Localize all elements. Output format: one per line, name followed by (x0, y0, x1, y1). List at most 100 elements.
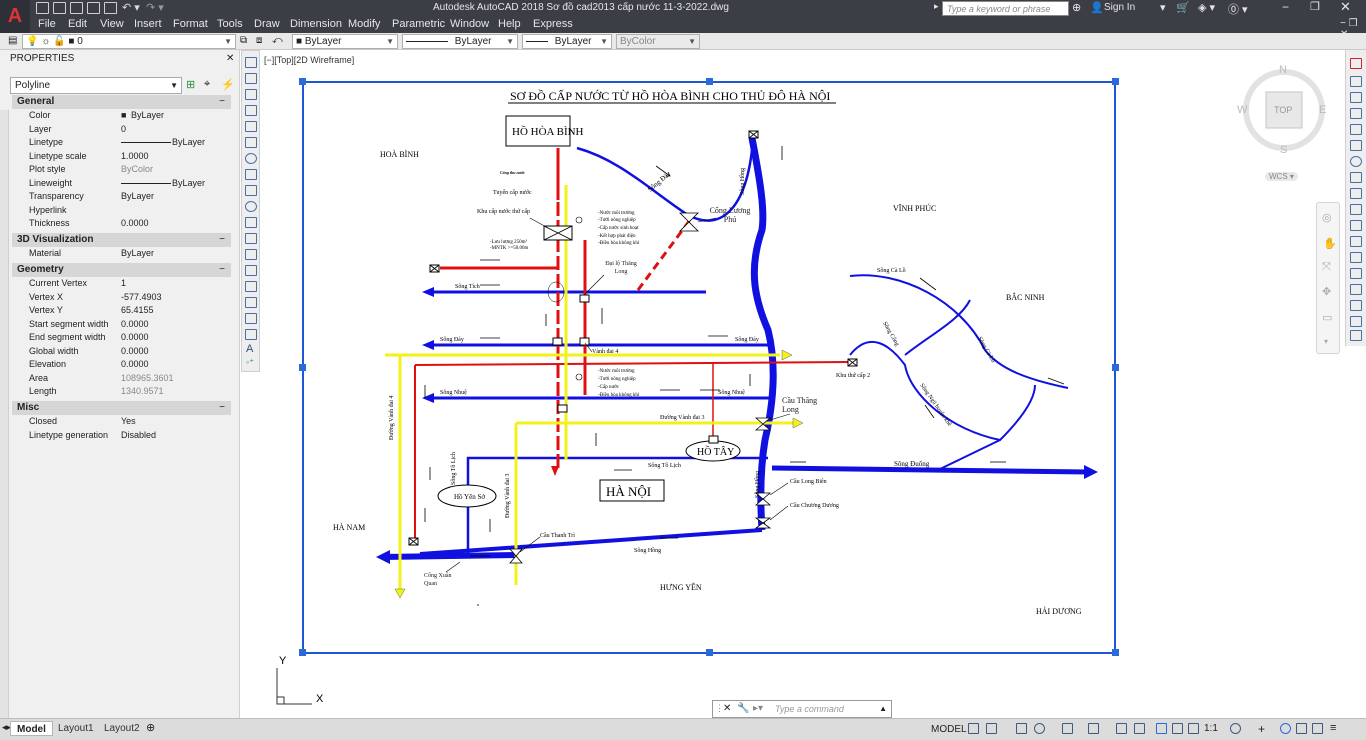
pan-hand-icon[interactable]: ✋ (1323, 237, 1337, 250)
break-icon[interactable] (1350, 252, 1362, 263)
song-cong-link (904, 299, 971, 356)
steering-wheel-icon[interactable]: ◎ (1322, 211, 1332, 224)
grid-icon[interactable] (968, 723, 979, 734)
scale-icon[interactable] (1350, 172, 1362, 183)
uses-2-item-2: -Cấp nước (598, 385, 620, 390)
selected-polyline-frame[interactable] (302, 81, 1116, 654)
grip-mid-top[interactable] (706, 78, 713, 85)
grip-mid-right[interactable] (1112, 364, 1119, 371)
compass-north[interactable]: N (1279, 64, 1287, 76)
array-icon[interactable] (1350, 124, 1362, 135)
hung-yen-region: HƯNG YÊN (660, 582, 702, 592)
chamfer-icon[interactable] (1350, 284, 1362, 295)
command-input[interactable]: Type a command (775, 704, 844, 714)
move-icon[interactable] (1350, 140, 1362, 151)
arrow-west (422, 287, 434, 297)
song-duong-river (771, 465, 1089, 475)
lineweight-icon[interactable] (1116, 723, 1127, 734)
zoom-extents-icon[interactable]: ⤧ (1322, 261, 1331, 274)
workspace-switch-icon[interactable] (1230, 723, 1241, 734)
object-snap-icon[interactable] (1088, 723, 1099, 734)
uses-1-item-3: -Kết hợp phát điện (598, 234, 636, 239)
gate-nhue (557, 404, 568, 413)
rotate-icon[interactable] (1350, 156, 1362, 167)
hardware-acceleration-icon[interactable] (1296, 723, 1307, 734)
khu-thu-cap-label: Khu cấp nước thứ cấp (477, 208, 530, 215)
cau-thang-long-fo: Cầu Thăng Long (782, 396, 817, 414)
fillet-icon[interactable] (1350, 300, 1362, 311)
object-snap-tracking-icon[interactable] (1062, 723, 1073, 734)
offset-icon[interactable] (1350, 108, 1362, 119)
annotation-scale-icon[interactable] (1188, 723, 1199, 734)
bac-ninh-region: BẮC NINH (1006, 292, 1045, 302)
break-at-point-icon[interactable] (1350, 236, 1362, 247)
uses-1-item-1: -Tưới nông nghiệp (598, 218, 636, 223)
clean-screen-icon[interactable] (1312, 723, 1323, 734)
join-icon[interactable] (1350, 268, 1362, 279)
command-history-icon[interactable]: ▲ (879, 704, 887, 713)
snap-icon[interactable] (986, 723, 997, 734)
orbit-icon[interactable]: ✥ (1322, 285, 1331, 298)
model-space-toggle[interactable]: MODEL (931, 724, 967, 735)
ha-noi-label: HÀ NỘI (606, 484, 651, 499)
duong-vanh-dai-4-vertical: Đường Vành đai 4 (389, 396, 395, 440)
tab-layout1[interactable]: Layout1 (52, 721, 100, 736)
song-nhue-label-2: Sông Nhuệ (718, 390, 745, 396)
add-layout-button[interactable]: ⊕ (146, 721, 155, 734)
command-line[interactable]: ⋮ ✕ 🔧 ▸▾ Type a command ▲ (712, 700, 892, 718)
luu-luong-label: -Lưu lượng 250m³ (490, 239, 528, 245)
hai-duong-region: HẢI DƯƠNG (1036, 606, 1082, 616)
blend-curves-icon[interactable] (1350, 316, 1362, 327)
grip-corner-tl[interactable] (299, 78, 306, 85)
wcs-menu[interactable]: WCS ▾ (1265, 172, 1298, 181)
khu-thu-cap-2-label: Khu thứ cấp 2 (836, 372, 870, 379)
ha-nam-region: HÀ NAM (333, 522, 365, 532)
compass-south[interactable]: S (1280, 144, 1287, 156)
extend-icon[interactable] (1350, 220, 1362, 231)
erase-icon[interactable] (1350, 58, 1362, 69)
arrow-west (422, 340, 434, 350)
ucs-y-label: Y (279, 655, 287, 667)
arrow-east (792, 417, 804, 429)
compass-east[interactable]: E (1319, 104, 1326, 116)
red-branch-east (414, 361, 849, 366)
copy-icon[interactable] (1350, 76, 1362, 87)
grip-mid-left[interactable] (299, 364, 306, 371)
grip-corner-br[interactable] (1112, 649, 1119, 656)
auto-scale-icon[interactable] (1172, 723, 1183, 734)
customization-icon[interactable]: ≡ (1330, 722, 1336, 734)
leader-line (445, 561, 461, 573)
trim-icon[interactable] (1350, 204, 1362, 215)
annotation-monitor-icon[interactable]: + (1258, 722, 1265, 736)
viewcube-face-label: TOP (1274, 105, 1293, 115)
mirror-icon[interactable] (1350, 92, 1362, 103)
transparency-icon[interactable] (1134, 723, 1145, 734)
cong-xuan-quan-fo: Cống Xuân Quan (424, 573, 452, 587)
close-icon[interactable]: ✕ (723, 703, 731, 714)
grip-corner-bl[interactable] (299, 649, 306, 656)
tab-layout2[interactable]: Layout2 (98, 721, 146, 736)
stretch-icon[interactable] (1350, 188, 1362, 199)
cong-luong-phu-label: Cống Lương Phú (709, 206, 751, 224)
valve-icon (575, 216, 583, 224)
grip-corner-tr[interactable] (1112, 78, 1119, 85)
nav-customize-icon[interactable]: ▾ (1324, 337, 1328, 346)
grip-points[interactable] (299, 78, 1119, 656)
cau-long-bien-label: Cầu Long Biên (790, 478, 827, 485)
gate-ho-tay (708, 435, 719, 444)
wrench-icon[interactable]: 🔧 (737, 703, 749, 714)
recent-commands-icon[interactable]: ▸▾ (753, 703, 763, 714)
explode-icon[interactable] (1350, 330, 1362, 341)
annotation-scale-value[interactable]: 1:1 (1204, 723, 1218, 734)
showmotion-icon[interactable]: ▭ (1322, 311, 1332, 324)
song-day-label: Sông Đáy (440, 337, 464, 343)
viewcube[interactable]: N S E W TOP WCS ▾ (1232, 62, 1332, 182)
grip-mid-bottom[interactable] (706, 649, 713, 656)
annotation-visibility-icon[interactable] (1156, 723, 1167, 734)
polar-tracking-icon[interactable] (1034, 723, 1045, 734)
ortho-icon[interactable] (1016, 723, 1027, 734)
compass-west[interactable]: W (1237, 104, 1247, 116)
isolate-objects-icon[interactable] (1280, 723, 1291, 734)
tab-model[interactable]: Model (10, 721, 53, 736)
song-tich-label: Sông Tích (455, 284, 480, 290)
